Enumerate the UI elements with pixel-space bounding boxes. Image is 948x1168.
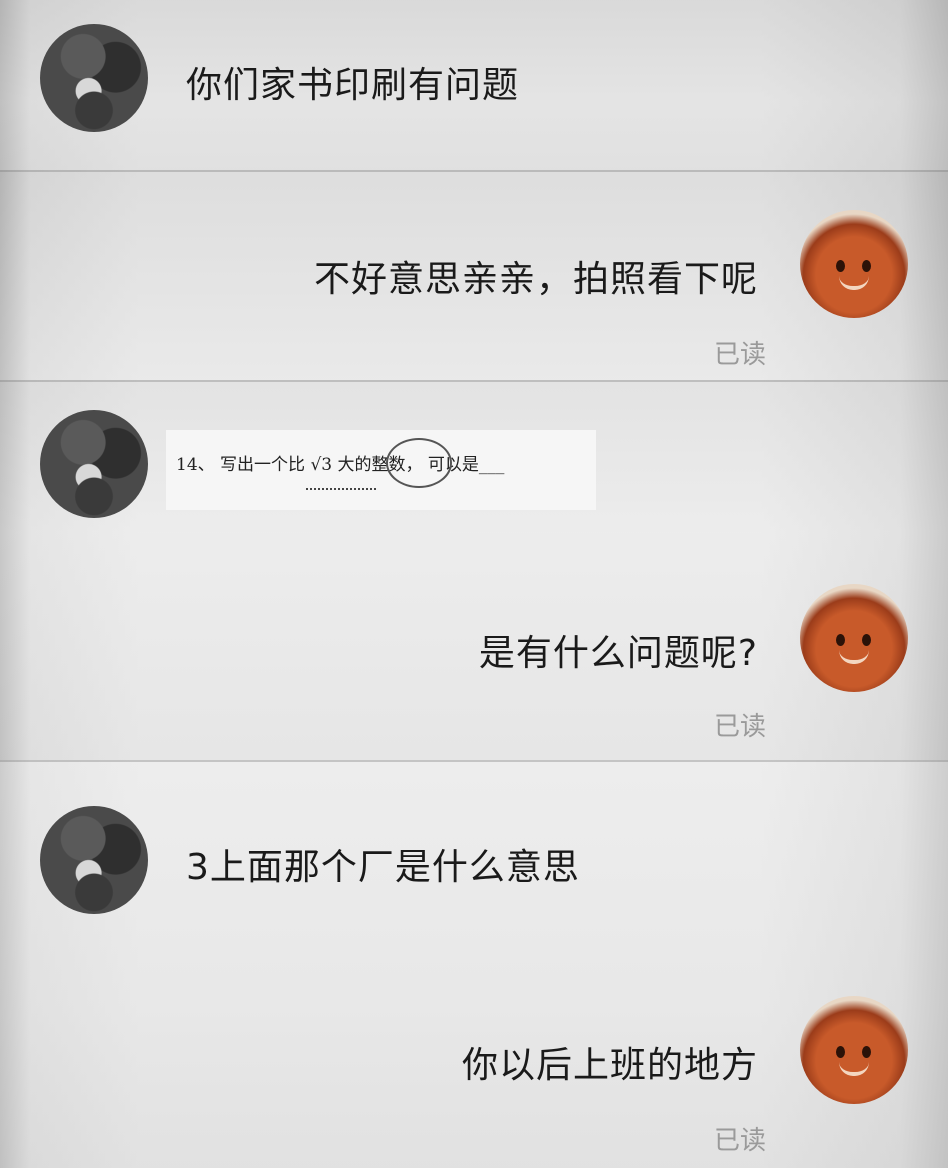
- chat-message-text: 3上面那个厂是什么意思: [186, 847, 580, 888]
- chat-message-text: 你们家书印刷有问题: [186, 65, 520, 106]
- mascot-eye: [836, 260, 845, 272]
- chat-message-text: 你以后上班的地方: [461, 1045, 758, 1086]
- pen-underline-mark: [306, 482, 376, 490]
- user-avatar-icon[interactable]: [40, 24, 148, 132]
- mascot-eye: [862, 634, 871, 646]
- mascot-eye: [862, 1046, 871, 1058]
- divider: [0, 380, 948, 382]
- mascot-mouth: [839, 1062, 869, 1076]
- mascot-eye: [836, 634, 845, 646]
- chat-band: [0, 760, 948, 1168]
- chat-message-text: 是有什么问题呢?: [478, 633, 758, 674]
- shop-mascot-avatar-icon[interactable]: [800, 996, 908, 1104]
- exam-question-image[interactable]: 14、 写出一个比 √3 大的整数， 可以是___: [166, 430, 596, 510]
- divider: [0, 170, 948, 172]
- user-avatar-icon[interactable]: [40, 806, 148, 914]
- read-status: 已读: [714, 1126, 767, 1156]
- exam-question-text: 14、 写出一个比 √3 大的整数， 可以是___: [176, 450, 504, 475]
- pen-circle-mark: [386, 438, 452, 488]
- question-radical: √3: [310, 455, 333, 475]
- chat-message-text: 不好意思亲亲，拍照看下呢: [313, 259, 758, 300]
- user-avatar-icon[interactable]: [40, 410, 148, 518]
- mascot-mouth: [839, 650, 869, 664]
- mascot-eye: [836, 1046, 845, 1058]
- mascot-eye: [862, 260, 871, 272]
- read-status: 已读: [714, 340, 767, 370]
- question-number: 14、: [176, 455, 215, 475]
- shop-mascot-avatar-icon[interactable]: [800, 210, 908, 318]
- mascot-mouth: [839, 276, 869, 290]
- shop-mascot-avatar-icon[interactable]: [800, 584, 908, 692]
- read-status: 已读: [714, 712, 767, 742]
- question-prefix: 写出一个比: [220, 455, 306, 475]
- divider: [0, 760, 948, 762]
